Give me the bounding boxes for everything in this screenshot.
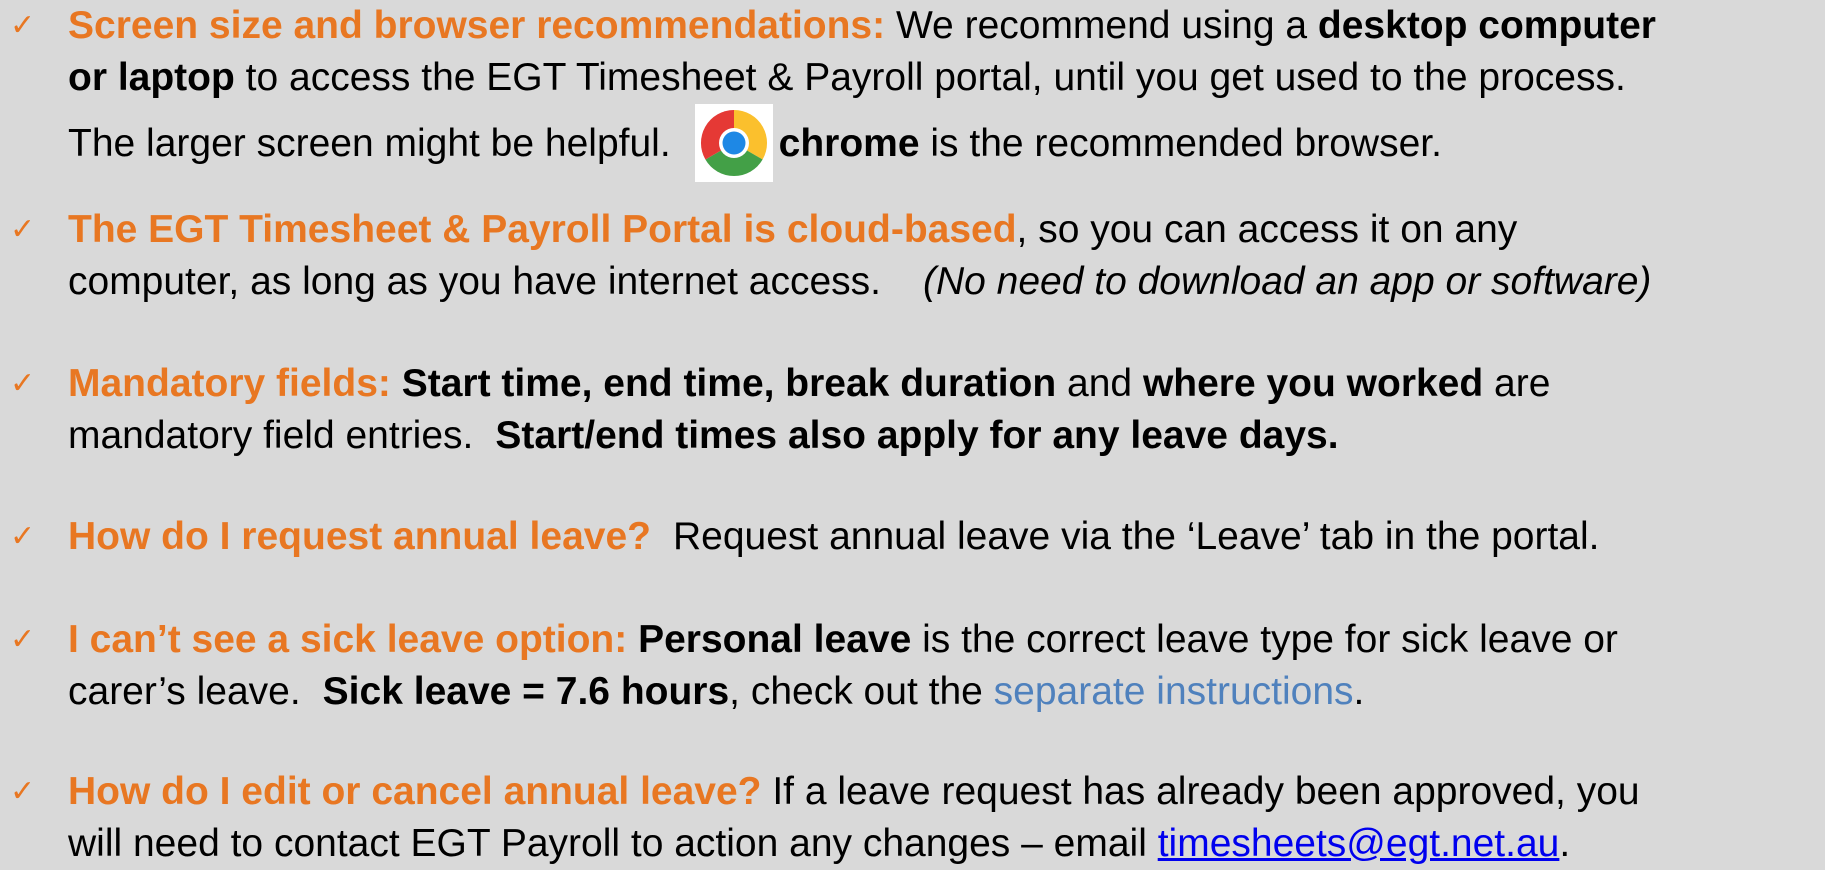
text-span: is the recommended browser.: [919, 122, 1442, 165]
checkmark-icon: ✓: [10, 8, 36, 43]
text-span: Request annual leave via the ‘Leave’ tab…: [672, 515, 1600, 558]
bold-text: desktop computer: [1317, 4, 1656, 47]
text-line: mandatory field entries. Start/end times …: [68, 410, 1818, 462]
checkmark-icon: ✓: [10, 774, 36, 809]
checkmark-icon: ✓: [10, 519, 36, 554]
text-span: .: [1559, 822, 1571, 865]
text-span: , check out the: [729, 670, 994, 713]
bold-text: where you worked: [1142, 362, 1484, 405]
text-span: We recommend using a: [885, 4, 1318, 47]
text-span: If a leave request has already been appr…: [761, 770, 1640, 813]
text-span: will need to contact EGT Payroll to acti…: [68, 822, 1158, 865]
bold-text: or laptop: [68, 56, 235, 99]
text-span: , so you can access it on any: [1016, 208, 1518, 251]
checkmark-icon: ✓: [10, 366, 36, 401]
text-line: or laptop to access the EGT Timesheet & …: [68, 52, 1818, 104]
text-line: computer, as long as you have internet a…: [68, 256, 1818, 308]
item-heading: How do I request annual leave?: [68, 515, 651, 558]
text-line: carer’s leave. Sick leave = 7.6 hours, ch…: [68, 666, 1818, 718]
item-heading: Mandatory fields:: [68, 362, 391, 405]
text-line: will need to contact EGT Payroll to acti…: [68, 818, 1818, 870]
italic-note: (No need to download an app or software): [922, 260, 1652, 303]
text-line: The EGT Timesheet & Payroll Portal is cl…: [68, 204, 1818, 256]
item-heading: Screen size and browser recommendations:: [68, 4, 886, 47]
text-span: The larger screen might be helpful.: [68, 122, 671, 165]
faq-item-text: I can’t see a sick leave option: Persona…: [68, 614, 1818, 718]
checkmark-icon: ✓: [10, 212, 36, 247]
text-span: carer’s leave.: [68, 670, 301, 713]
faq-item-text: How do I request annual leave? Request an…: [68, 511, 1818, 563]
faq-item-text: How do I edit or cancel annual leave? If…: [68, 766, 1818, 870]
text-line: Mandatory fields: Start time, end time, …: [68, 358, 1818, 410]
faq-item-text: Mandatory fields: Start time, end time, …: [68, 358, 1818, 462]
text-line: Screen size and browser recommendations:…: [68, 0, 1818, 52]
faq-item-text: Screen size and browser recommendations:…: [68, 0, 1818, 182]
text-line: I can’t see a sick leave option: Persona…: [68, 614, 1818, 666]
text-span: and: [1056, 362, 1143, 405]
bold-text: Sick leave = 7.6 hours: [322, 670, 730, 713]
separate-instructions-link[interactable]: separate instructions: [994, 670, 1354, 713]
bold-text: Start/end times also apply for any leave…: [495, 414, 1339, 457]
text-span: computer, as long as you have internet a…: [68, 260, 881, 303]
text-line: How do I edit or cancel annual leave? If…: [68, 766, 1818, 818]
text-line: How do I request annual leave? Request an…: [68, 511, 1818, 563]
text-line: The larger screen might be helpful. chrom…: [68, 104, 1818, 182]
text-span: mandatory field entries.: [68, 414, 474, 457]
item-heading: The EGT Timesheet & Payroll Portal is cl…: [68, 208, 1017, 251]
chrome-logo-icon: [694, 104, 773, 182]
bold-text: Start time, end time, break duration: [401, 362, 1057, 405]
email-link[interactable]: timesheets@egt.net.au: [1158, 822, 1560, 865]
text-span: is the correct leave type for sick leave…: [911, 618, 1618, 661]
faq-item-text: The EGT Timesheet & Payroll Portal is cl…: [68, 204, 1818, 308]
bold-text: chrome: [778, 122, 920, 165]
text-span: to access the EGT Timesheet & Payroll po…: [234, 56, 1626, 99]
item-heading: I can’t see a sick leave option:: [68, 618, 628, 661]
item-heading: How do I edit or cancel annual leave?: [68, 770, 762, 813]
bold-text: Personal leave: [638, 618, 912, 661]
checkmark-icon: ✓: [10, 622, 36, 657]
text-span: .: [1353, 670, 1365, 713]
text-span: are: [1483, 362, 1551, 405]
faq-list: ✓ Screen size and browser recommendation…: [0, 0, 1825, 866]
